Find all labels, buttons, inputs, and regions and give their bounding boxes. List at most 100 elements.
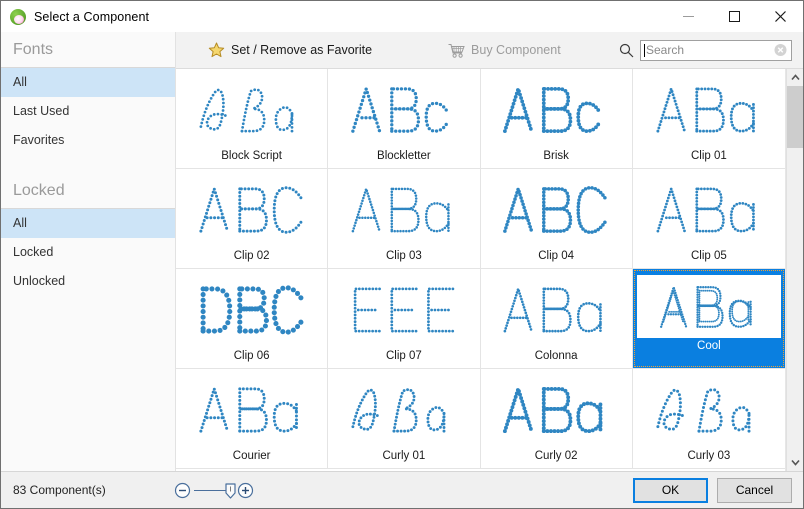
component-preview	[176, 271, 327, 348]
component-grid: Block Script Blockletter Brisk Clip 01 Clip …	[176, 69, 786, 471]
buy-component-button[interactable]: Buy Component	[440, 37, 569, 63]
search-icon[interactable]	[619, 43, 634, 58]
component-preview	[328, 371, 479, 448]
component-preview	[328, 171, 479, 248]
search-input[interactable]: Search	[640, 39, 792, 61]
shopping-cart-icon	[448, 43, 465, 58]
component-preview	[176, 71, 327, 148]
text-caret	[644, 43, 645, 57]
scrollbar-thumb[interactable]	[787, 86, 803, 148]
component-label: Curly 03	[687, 450, 731, 462]
component-label: Courier	[232, 450, 271, 462]
component-preview	[633, 171, 785, 248]
grid-cell[interactable]: Clip 02	[176, 169, 329, 269]
grid-cell[interactable]: Colonna	[480, 269, 633, 369]
grid-cell[interactable]: Curly 01	[328, 369, 481, 469]
zoom-slider[interactable]	[174, 482, 254, 499]
sidebar-section-fonts-header: Fonts	[1, 32, 175, 68]
component-label: Curly 01	[382, 450, 426, 462]
component-count: 83 Component(s)	[13, 483, 106, 497]
component-label: Clip 02	[233, 250, 270, 262]
component-label: Clip 03	[385, 250, 422, 262]
grid-cell-selected[interactable]: Cool	[632, 269, 785, 369]
grid-scrollbar[interactable]	[786, 69, 803, 471]
component-grid-area: Block Script Blockletter Brisk Clip 01 Clip …	[176, 69, 803, 471]
buy-component-label: Buy Component	[471, 43, 561, 57]
scrollbar-track[interactable]	[787, 86, 803, 454]
component-label: Cool	[697, 340, 721, 352]
ok-button[interactable]: OK	[633, 477, 708, 503]
component-label: Brisk	[543, 150, 569, 162]
component-label: Blockletter	[377, 150, 431, 162]
search-area: Search	[619, 39, 792, 61]
sidebar: Fonts All Last Used Favorites Locked All…	[1, 32, 176, 471]
component-label: Clip 06	[233, 350, 270, 362]
sidebar-section-locked-header: Locked	[1, 173, 175, 209]
component-preview	[328, 71, 479, 148]
app-icon	[10, 8, 26, 25]
grid-cell[interactable]: Blockletter	[328, 69, 481, 169]
sidebar-item-fonts-all[interactable]: All	[1, 68, 175, 97]
toolbar: Set / Remove as Favorite Buy Component S…	[176, 32, 803, 69]
maximize-button[interactable]	[711, 1, 757, 32]
select-component-dialog: Select a Component Fonts All Last Used F…	[0, 0, 804, 509]
component-label: Clip 04	[538, 250, 575, 262]
window-controls	[665, 1, 803, 32]
grid-cell[interactable]: Clip 04	[480, 169, 633, 269]
component-preview	[633, 371, 785, 448]
grid-cell[interactable]: Block Script	[176, 69, 329, 169]
minimize-button[interactable]	[665, 1, 711, 32]
component-label: Clip 07	[385, 350, 422, 362]
dialog-buttons: OK Cancel	[633, 477, 792, 503]
sidebar-item-locked-locked[interactable]: Locked	[1, 238, 175, 267]
grid-cell[interactable]: Curly 03	[632, 369, 785, 469]
sidebar-item-fonts-last-used[interactable]: Last Used	[1, 97, 175, 126]
grid-cell[interactable]: Clip 07	[328, 269, 481, 369]
component-preview	[328, 271, 479, 348]
content-pane: Set / Remove as Favorite Buy Component S…	[176, 32, 803, 471]
scroll-down-button[interactable]	[787, 454, 803, 471]
sidebar-item-fonts-favorites[interactable]: Favorites	[1, 126, 175, 155]
grid-cell[interactable]: Clip 03	[328, 169, 481, 269]
window-title: Select a Component	[34, 9, 150, 24]
component-preview	[481, 171, 632, 248]
set-remove-favorite-button[interactable]: Set / Remove as Favorite	[200, 37, 380, 63]
chevron-up-icon	[790, 74, 800, 81]
component-label: Clip 01	[690, 150, 727, 162]
component-label: Curly 02	[534, 450, 578, 462]
star-icon	[208, 42, 225, 58]
sidebar-item-locked-unlocked[interactable]: Unlocked	[1, 267, 175, 296]
component-label: Colonna	[534, 350, 578, 362]
component-preview	[481, 71, 632, 148]
component-preview	[481, 371, 632, 448]
close-button[interactable]	[757, 1, 803, 32]
status-bar: 83 Component(s) OK Cancel	[1, 471, 803, 508]
set-remove-favorite-label: Set / Remove as Favorite	[231, 43, 373, 57]
grid-cell[interactable]: Clip 05	[632, 169, 785, 269]
title-bar: Select a Component	[1, 1, 803, 32]
component-preview	[636, 275, 781, 338]
cancel-button[interactable]: Cancel	[717, 477, 792, 503]
component-preview	[176, 371, 327, 448]
search-placeholder: Search	[646, 43, 685, 57]
plus-circle-icon[interactable]	[237, 482, 254, 499]
grid-cell[interactable]: Courier	[176, 369, 329, 469]
scroll-up-button[interactable]	[787, 69, 803, 86]
component-preview	[481, 271, 632, 348]
component-label: Block Script	[221, 150, 282, 162]
sidebar-filler	[1, 296, 175, 471]
chevron-down-icon	[790, 459, 800, 466]
component-preview	[633, 71, 785, 148]
sidebar-item-locked-all[interactable]: All	[1, 209, 175, 238]
grid-cell[interactable]: Curly 02	[480, 369, 633, 469]
component-preview	[176, 171, 327, 248]
zoom-handle[interactable]	[225, 482, 236, 499]
dialog-body: Fonts All Last Used Favorites Locked All…	[1, 32, 803, 471]
minus-circle-icon[interactable]	[174, 482, 191, 499]
grid-cell[interactable]: Clip 01	[632, 69, 785, 169]
zoom-track[interactable]	[191, 482, 237, 499]
clear-search-icon[interactable]	[774, 44, 787, 57]
grid-cell[interactable]: Clip 06	[176, 269, 329, 369]
grid-cell[interactable]: Brisk	[480, 69, 633, 169]
